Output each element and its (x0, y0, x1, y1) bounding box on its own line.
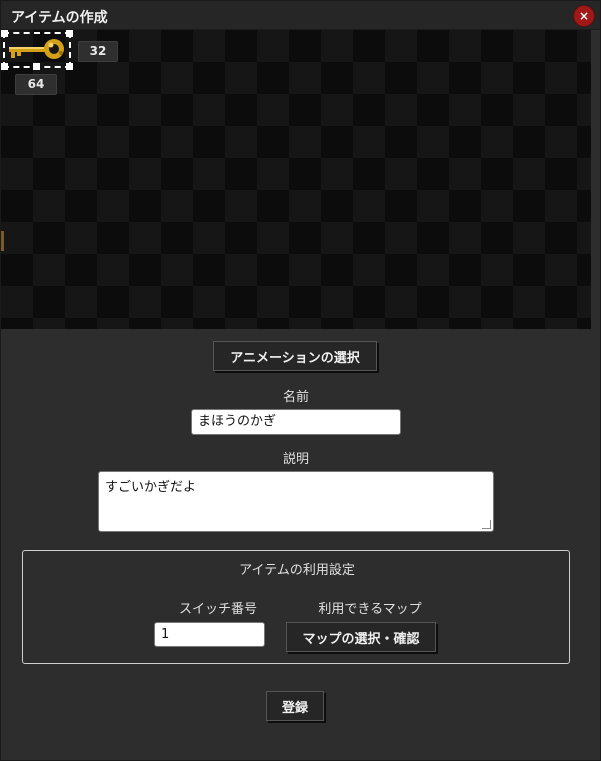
animation-select-button[interactable]: アニメーションの選択 (213, 341, 377, 371)
usage-settings-legend: アイテムの利用設定 (239, 563, 355, 578)
dialog-titlebar: アイテムの作成 × (1, 1, 600, 30)
sprite-width-badge: 32 (78, 41, 118, 62)
resize-handle-top-right[interactable] (66, 30, 73, 37)
map-select-button[interactable]: マップの選択・確認 (286, 622, 436, 652)
description-textarea[interactable]: すごいかぎだよ (98, 471, 494, 532)
preview-edge-marker (1, 231, 4, 251)
resize-handle-top-left[interactable] (1, 30, 8, 37)
available-maps-label: 利用できるマップ (318, 602, 422, 617)
golden-key-icon (9, 39, 64, 59)
resize-handle-bottom-left[interactable] (1, 63, 8, 70)
resize-handle-bottom-right[interactable] (66, 63, 73, 70)
switch-number-label: スイッチ番号 (178, 602, 257, 617)
dialog-title: アイテムの作成 (11, 10, 108, 26)
sprite-height-badge: 64 (15, 74, 57, 95)
close-button[interactable]: × (573, 5, 595, 27)
textarea-resize-grip[interactable] (482, 520, 491, 529)
resize-handle-bottom-middle[interactable] (33, 63, 40, 70)
name-input[interactable]: まほうのかぎ (191, 409, 401, 435)
item-create-dialog: アイテムの作成 × 32 64 アニメーションの選択 名前 まほうのかぎ 説明 … (0, 0, 601, 761)
description-label: 説明 (282, 452, 309, 467)
sprite-selection-frame[interactable] (1, 30, 73, 70)
switch-number-input[interactable]: 1 (154, 622, 265, 647)
register-button[interactable]: 登録 (266, 691, 324, 721)
sprite-preview-canvas[interactable]: 32 64 (1, 30, 591, 329)
name-label: 名前 (282, 390, 309, 405)
description-text: すごいかぎだよ (105, 480, 197, 495)
